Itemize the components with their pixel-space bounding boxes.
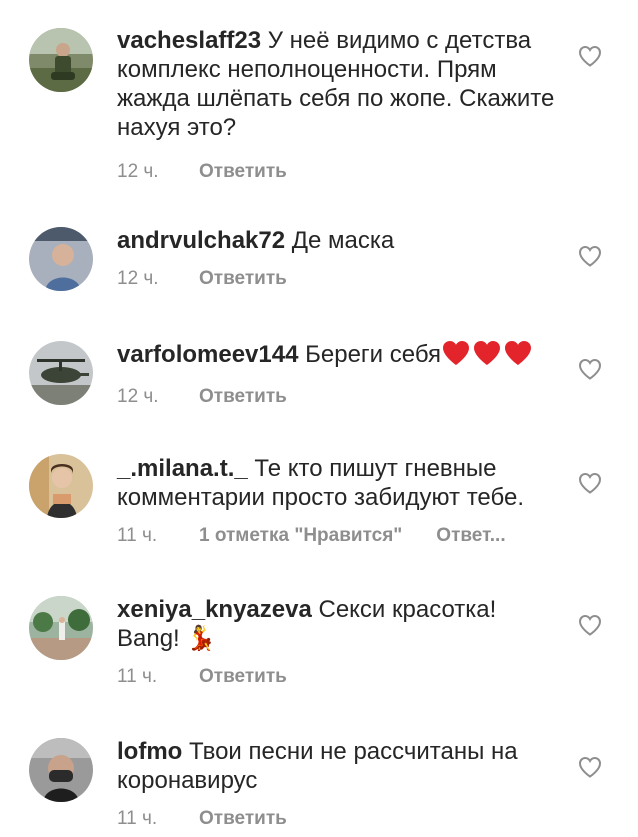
avatar[interactable] (29, 454, 93, 518)
like-heart-icon[interactable] (578, 756, 602, 778)
comment-timestamp: 12 ч. (117, 161, 159, 182)
comment-timestamp: 12 ч. (117, 386, 159, 407)
avatar[interactable] (29, 28, 93, 92)
dancer-emoji: 💃 (186, 625, 217, 652)
reply-button[interactable]: Ответить (199, 161, 287, 182)
comment-username[interactable]: vacheslaff23 (117, 27, 261, 54)
reply-button[interactable]: Ответить (199, 808, 287, 829)
reply-button[interactable]: Ответ... (436, 525, 505, 546)
avatar[interactable] (29, 596, 93, 660)
like-heart-icon[interactable] (578, 245, 602, 267)
avatar[interactable] (29, 227, 93, 291)
comment-username[interactable]: xeniya_knyazeva (117, 596, 312, 623)
comment-timestamp: 11 ч. (117, 666, 158, 687)
like-heart-icon[interactable] (578, 472, 602, 494)
like-heart-icon[interactable] (578, 45, 602, 67)
comment-text: Береги себя (298, 341, 442, 368)
reply-button[interactable]: Ответить (199, 666, 287, 687)
comment-timestamp: 12 ч. (117, 268, 159, 289)
heart-emoji (442, 340, 532, 373)
comment-username[interactable]: _.milana.t._ (117, 455, 248, 482)
comment-username[interactable]: lofmo (117, 738, 182, 765)
avatar[interactable] (29, 738, 93, 802)
comment-username[interactable]: andrvulchak72 (117, 227, 285, 254)
avatar[interactable] (29, 341, 93, 405)
comment-timestamp: 11 ч. (117, 808, 158, 829)
reply-button[interactable]: Ответить (199, 268, 287, 289)
reply-button[interactable]: Ответить (199, 386, 287, 407)
comment-text: Де маска (285, 227, 395, 254)
comment-timestamp: 11 ч. (117, 525, 158, 546)
like-heart-icon[interactable] (578, 614, 602, 636)
likes-count[interactable]: 1 отметка "Нравится" (199, 524, 402, 548)
like-heart-icon[interactable] (578, 358, 602, 380)
comment-username[interactable]: varfolomeev144 (117, 341, 298, 368)
